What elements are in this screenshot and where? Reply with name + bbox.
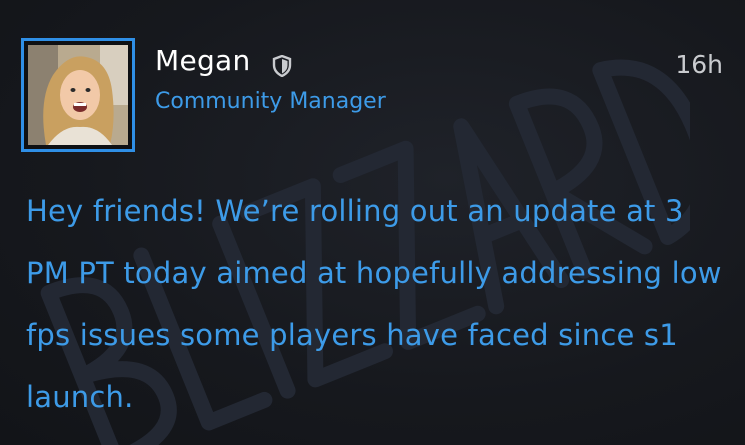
avatar-photo <box>28 45 128 145</box>
dev-post-card: Megan Community Manager 16h Hey friends!… <box>0 0 745 445</box>
post-message: Hey friends! We’re rolling out an update… <box>26 194 722 414</box>
author-role: Community Manager <box>155 89 386 114</box>
shield-icon <box>272 55 292 77</box>
author-name[interactable]: Megan <box>155 44 251 77</box>
post-timestamp: 16h <box>675 50 723 79</box>
author-avatar[interactable] <box>21 38 135 152</box>
